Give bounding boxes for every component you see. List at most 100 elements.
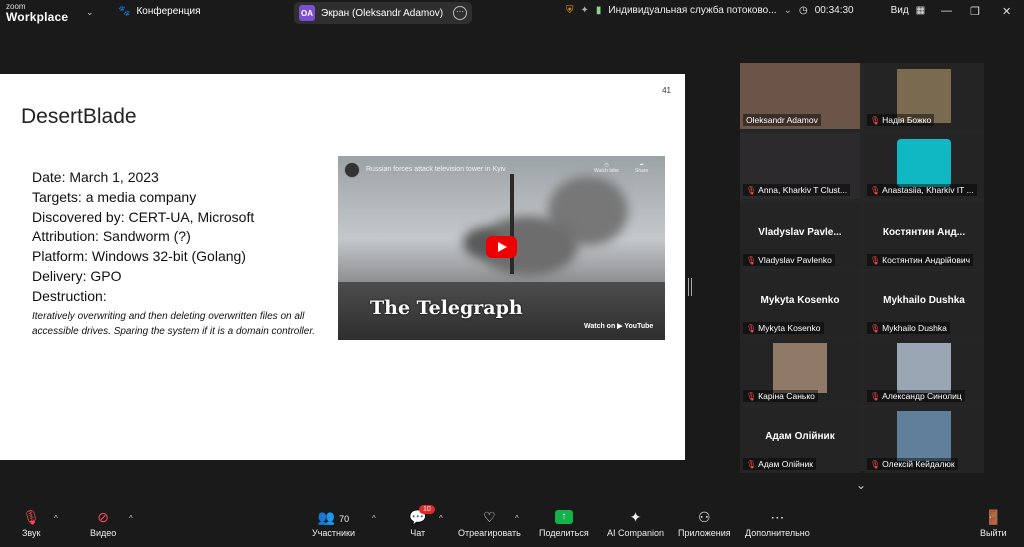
mic-muted-icon: 🎙: [870, 391, 881, 401]
mic-muted-icon: 🎙: [746, 391, 757, 401]
chevron-down-icon[interactable]: ⌄: [86, 7, 94, 18]
bottom-toolbar: 🎙 Звук ^ ⊘ Видео ^ 👥 70 Участники ^ 💬 Ча…: [0, 503, 1024, 547]
participants-button[interactable]: 👥 70 Участники: [312, 508, 355, 538]
participant-name: Vladyslav Pavle...: [758, 227, 842, 238]
participant-tile[interactable]: Mykyta Kosenko 🎙 Mykyta Kosenko: [740, 271, 860, 337]
slide-line: Platform: Windows 32-bit (Golang): [32, 248, 246, 265]
participant-label: 🎙 Костянтин Андрійович: [867, 254, 974, 266]
resize-handle[interactable]: [688, 278, 692, 296]
participant-tile[interactable]: 🎙 Каріна Санько: [740, 339, 860, 405]
apps-icon: ⚇: [698, 509, 711, 525]
participant-label: 🎙 Vladyslav Pavlenko: [743, 254, 835, 266]
react-button[interactable]: ♡ Отреагировать: [458, 508, 521, 538]
slide-title: DesertBlade: [21, 105, 137, 128]
participant-tile[interactable]: 🎙 Надія Божко: [864, 63, 984, 129]
chevron-up-icon[interactable]: ^: [372, 514, 376, 523]
slide-page-number: 41: [662, 86, 671, 95]
participant-name: Mykhailo Dushka: [883, 295, 965, 306]
slide-line: Delivery: GPO: [32, 267, 122, 284]
slide-line: Discovered by: CERT-UA, Microsoft: [32, 208, 255, 225]
top-bar: zoom Workplace ⌄ 🐾 Конференция OA Экран …: [0, 0, 1024, 26]
participant-label: Oleksandr Adamov: [743, 114, 821, 126]
participant-tile[interactable]: 🎙 Александр Синолиц: [864, 339, 984, 405]
embedded-video[interactable]: Russian forces attack television tower i…: [338, 156, 665, 340]
share-arrow-icon: ↑: [554, 510, 573, 524]
chevron-up-icon[interactable]: ^: [439, 514, 443, 523]
participant-tile[interactable]: 🎙 Anastasiia, Kharkiv IT ...: [864, 133, 984, 199]
participant-label: 🎙 Mykhailo Dushka: [867, 322, 950, 334]
participant-label: 🎙 Адам Олійник: [743, 458, 816, 470]
participant-tile[interactable]: Oleksandr Adamov: [740, 63, 860, 129]
slide-description: Iteratively overwriting and then deletin…: [32, 310, 316, 337]
participant-tile[interactable]: Костянтин Анд... 🎙 Костянтин Андрійович: [864, 203, 984, 269]
mic-muted-icon: 🎙: [870, 115, 881, 125]
chat-badge: 10: [419, 505, 435, 514]
more-options-icon[interactable]: ···: [453, 6, 467, 20]
meeting-timer: 00:34:30: [814, 5, 854, 16]
participant-label: 🎙 Mykyta Kosenko: [743, 322, 824, 334]
participant-tile[interactable]: Vladyslav Pavle... 🎙 Vladyslav Pavlenko: [740, 203, 860, 269]
grid-icon[interactable]: ▦: [916, 5, 925, 16]
sparkle-icon[interactable]: ✦: [581, 5, 589, 16]
clock-icon: ◷: [798, 5, 808, 16]
video-title[interactable]: Russian forces attack television tower i…: [366, 166, 506, 173]
signal-icon: ▮: [595, 5, 602, 16]
mic-muted-icon: 🎙: [22, 509, 41, 525]
participant-label: 🎙 Олексій Кейдалюк: [867, 458, 958, 470]
leave-button[interactable]: 🚪 Выйти: [980, 508, 1007, 538]
more-button[interactable]: ⋯ Дополнительно: [745, 508, 810, 538]
chevron-up-icon[interactable]: ^: [515, 514, 519, 523]
screen-share-pill[interactable]: OA Экран (Oleksandr Adamov) ···: [294, 2, 472, 24]
participant-tile[interactable]: 🎙 Anna, Kharkiv T Clust...: [740, 133, 860, 199]
camera-off-icon: ⊘: [97, 509, 110, 525]
exit-icon: 🚪: [984, 509, 1003, 525]
video-button[interactable]: ⊘ Видео: [90, 508, 116, 538]
mic-muted-icon: 🎙: [746, 323, 757, 333]
chevron-down-icon[interactable]: ⌄: [784, 5, 792, 16]
view-button[interactable]: Вид: [891, 5, 909, 16]
shield-icon[interactable]: ⛨: [566, 5, 574, 16]
channel-logo: [344, 162, 360, 178]
participant-label: 🎙 Anna, Kharkiv T Clust...: [743, 184, 851, 196]
apps-button[interactable]: ⚇ Приложения: [678, 508, 731, 538]
participants-count: 70: [339, 514, 350, 524]
close-icon[interactable]: ✕: [1002, 5, 1011, 18]
watch-later-button[interactable]: ◷ Watch later: [594, 162, 619, 174]
maximize-icon[interactable]: ❐: [970, 5, 980, 18]
chevron-up-icon[interactable]: ^: [129, 514, 133, 523]
sparkle-icon: ✦: [629, 509, 642, 525]
gallery-scroll-down-icon[interactable]: ⌄: [856, 478, 866, 492]
avatar: [897, 411, 951, 461]
participant-tile[interactable]: 🎙 Олексій Кейдалюк: [864, 407, 984, 473]
screen-share-label: Экран (Oleksandr Adamov): [321, 7, 444, 19]
share-screen-button[interactable]: ↑ Поделиться: [539, 508, 589, 538]
avatar: OA: [299, 5, 315, 21]
heart-icon: ♡: [483, 509, 496, 525]
participant-tile[interactable]: Адам Олійник 🎙 Адам Олійник: [740, 407, 860, 473]
service-label[interactable]: Индивидуальная служба потоково...: [608, 5, 776, 16]
avatar: [773, 343, 827, 393]
video-share-button[interactable]: ➦ Share: [635, 162, 648, 174]
slide-body: Date: March 1, 2023 Targets: a media com…: [32, 168, 327, 339]
watch-on-youtube-link[interactable]: Watch on ▶ YouTube: [584, 322, 653, 330]
participant-label: 🎙 Каріна Санько: [743, 390, 818, 402]
play-button[interactable]: [486, 236, 517, 258]
minimize-icon[interactable]: —: [941, 5, 952, 17]
participant-label: 🎙 Надія Божко: [867, 114, 935, 126]
people-icon: 👥: [317, 509, 336, 525]
ai-companion-button[interactable]: ✦ AI Companion: [607, 508, 664, 538]
avatar: [897, 343, 951, 393]
chevron-up-icon[interactable]: ^: [54, 514, 58, 523]
audio-button[interactable]: 🎙 Звук: [22, 508, 40, 538]
participant-label: 🎙 Anastasiia, Kharkiv IT ...: [867, 184, 977, 196]
participant-gallery: Oleksandr Adamov 🎙 Надія Божко 🎙 Anna, Kha…: [740, 63, 984, 473]
participant-tile[interactable]: Mykhailo Dushka 🎙 Mykhailo Dushka: [864, 271, 984, 337]
tv-tower-shape: [510, 174, 514, 274]
slide-line: Date: March 1, 2023: [32, 169, 159, 185]
slide-line: Targets: a media company: [32, 188, 197, 205]
participant-name: Костянтин Анд...: [882, 227, 966, 238]
slide-line: Destruction:: [32, 287, 107, 304]
slide-line: Attribution: Sandworm (?): [32, 228, 191, 245]
conference-button[interactable]: 🐾 Конференция: [118, 6, 201, 17]
more-icon: ⋯: [770, 509, 785, 525]
